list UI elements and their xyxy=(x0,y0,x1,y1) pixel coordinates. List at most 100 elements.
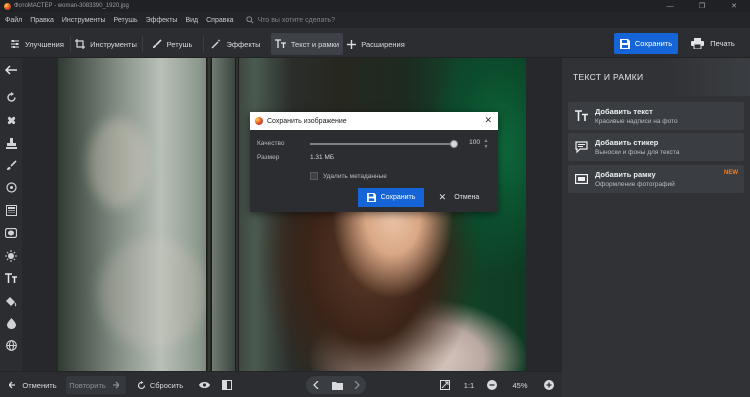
tab-label: Расширения xyxy=(361,39,405,49)
tab-text-and-frames[interactable]: Текст и рамки xyxy=(271,33,343,55)
quality-slider-fill xyxy=(310,143,454,145)
sun-icon[interactable] xyxy=(4,249,18,263)
window-frame xyxy=(235,58,239,371)
back-arrow-icon[interactable] xyxy=(4,63,18,77)
quality-slider[interactable] xyxy=(310,140,458,148)
tab-extensions[interactable]: Расширения xyxy=(347,33,405,55)
close-window-button[interactable]: ✕ xyxy=(718,0,750,12)
save-button[interactable]: Сохранить xyxy=(614,33,678,54)
toolbar-divider xyxy=(142,36,143,52)
tab-effects[interactable]: Эффекты xyxy=(210,33,262,55)
brush-icon xyxy=(152,39,162,48)
liquify-icon[interactable] xyxy=(4,316,18,330)
heal-icon[interactable] xyxy=(4,113,18,127)
zoom-level: 45% xyxy=(512,380,528,390)
dialog-cancel-button[interactable]: ✕ Отмена xyxy=(427,188,491,207)
dialog-save-label: Сохранить xyxy=(380,194,416,201)
menu-tools[interactable]: Инструменты xyxy=(62,17,106,24)
crop-icon xyxy=(75,39,86,49)
maximize-button[interactable]: ❐ xyxy=(686,0,718,12)
canvas-area xyxy=(22,58,562,371)
close-dialog-button[interactable]: ✕ xyxy=(484,115,492,126)
radial-icon[interactable] xyxy=(4,180,18,194)
sticker-icon xyxy=(575,141,588,153)
dialog-save-button[interactable]: Сохранить xyxy=(358,188,424,207)
compare-icon xyxy=(222,380,232,390)
toolbar-divider xyxy=(203,36,204,52)
compare-button[interactable] xyxy=(219,376,235,394)
checkbox-box[interactable] xyxy=(310,172,318,180)
tab-label: Эффекты xyxy=(226,39,261,49)
print-button-label: Печать xyxy=(710,39,735,48)
tab-retouch[interactable]: Ретушь xyxy=(148,33,196,55)
reflection-face xyxy=(88,118,148,208)
photo-canvas[interactable] xyxy=(58,58,526,371)
tab-tools[interactable]: Инструменты xyxy=(74,33,138,55)
globe-icon[interactable] xyxy=(4,338,18,352)
eye-icon xyxy=(198,382,210,388)
minimize-button[interactable]: — xyxy=(654,0,686,12)
right-panel: ТЕКСТ И РАМКИ Добавить текст Красивые на… xyxy=(562,58,750,397)
item-desc: Красивые надписи на фото xyxy=(595,118,678,125)
item-title: Добавить стикер xyxy=(595,138,659,147)
vignette-icon[interactable] xyxy=(4,226,18,240)
fit-to-screen-button[interactable] xyxy=(438,376,452,394)
folder-icon xyxy=(331,381,343,390)
fill-icon[interactable] xyxy=(4,294,18,308)
chevron-left-icon xyxy=(313,381,319,389)
tab-enhancements[interactable]: Улучшения xyxy=(8,33,66,55)
add-frame-item[interactable]: Добавить рамку Оформление фотографий NEW xyxy=(568,165,744,193)
frame-icon xyxy=(575,174,588,185)
reset-button[interactable]: Сбросить xyxy=(134,376,186,394)
quality-slider-handle[interactable] xyxy=(450,140,458,148)
toolbar-divider xyxy=(70,36,71,52)
open-folder-button[interactable] xyxy=(329,376,345,394)
tab-label: Инструменты xyxy=(90,39,137,49)
menu-retouch[interactable]: Ретушь xyxy=(114,17,138,24)
dialog-title: Сохранить изображение xyxy=(267,117,347,125)
brush-icon[interactable] xyxy=(4,158,18,172)
tab-label: Улучшения xyxy=(25,39,64,49)
add-text-item[interactable]: Добавить текст Красивые надписи на фото xyxy=(568,102,744,130)
search-icon xyxy=(245,16,254,24)
size-label: Размер xyxy=(257,154,280,161)
save-button-label: Сохранить xyxy=(634,39,673,48)
rotate-icon[interactable] xyxy=(4,90,18,104)
reset-label: Сбросить xyxy=(149,380,184,390)
stamp-icon[interactable] xyxy=(4,136,18,150)
menu-bar: Файл Правка Инструменты Ретушь Эффекты В… xyxy=(0,12,750,28)
new-badge: NEW xyxy=(724,170,738,176)
menu-file[interactable]: Файл xyxy=(5,17,22,24)
text-icon xyxy=(274,39,286,48)
previous-photo-button[interactable] xyxy=(309,376,323,394)
strip-metadata-checkbox[interactable]: Удалить метаданные xyxy=(310,172,387,180)
menu-effects[interactable]: Эффекты xyxy=(146,17,178,24)
size-value: 1.31 МБ xyxy=(310,154,335,161)
plus-icon xyxy=(347,39,357,49)
menu-edit[interactable]: Правка xyxy=(30,17,54,24)
undo-icon xyxy=(9,381,16,389)
undo-button[interactable]: Отменить xyxy=(6,376,60,394)
text-tool-icon[interactable] xyxy=(4,271,18,285)
quality-value[interactable]: 100 xyxy=(460,139,480,149)
next-photo-button[interactable] xyxy=(350,376,364,394)
left-tool-rail xyxy=(0,58,22,371)
plus-circle-icon xyxy=(544,380,554,390)
preview-button[interactable] xyxy=(196,376,212,394)
redo-button[interactable]: Повторить xyxy=(66,376,126,394)
quality-label: Качество xyxy=(257,140,285,147)
actual-size-button[interactable]: 1:1 xyxy=(459,376,479,394)
print-button[interactable]: Печать xyxy=(683,33,743,54)
gradient-icon[interactable] xyxy=(4,203,18,217)
magic-wand-icon xyxy=(211,39,222,49)
search-placeholder: Что вы хотите сделать? xyxy=(257,16,335,24)
add-sticker-item[interactable]: Добавить стикер Выноски и фоны для текст… xyxy=(568,133,744,161)
item-desc: Выноски и фоны для текста xyxy=(595,149,680,156)
quality-spinner[interactable]: ▲ ▼ xyxy=(482,138,490,150)
menu-help[interactable]: Справка xyxy=(206,17,233,24)
zoom-in-button[interactable] xyxy=(543,376,555,394)
undo-label: Отменить xyxy=(22,380,57,390)
command-search[interactable]: Что вы хотите сделать? xyxy=(245,16,335,24)
menu-view[interactable]: Вид xyxy=(185,17,198,24)
zoom-out-button[interactable] xyxy=(486,376,498,394)
